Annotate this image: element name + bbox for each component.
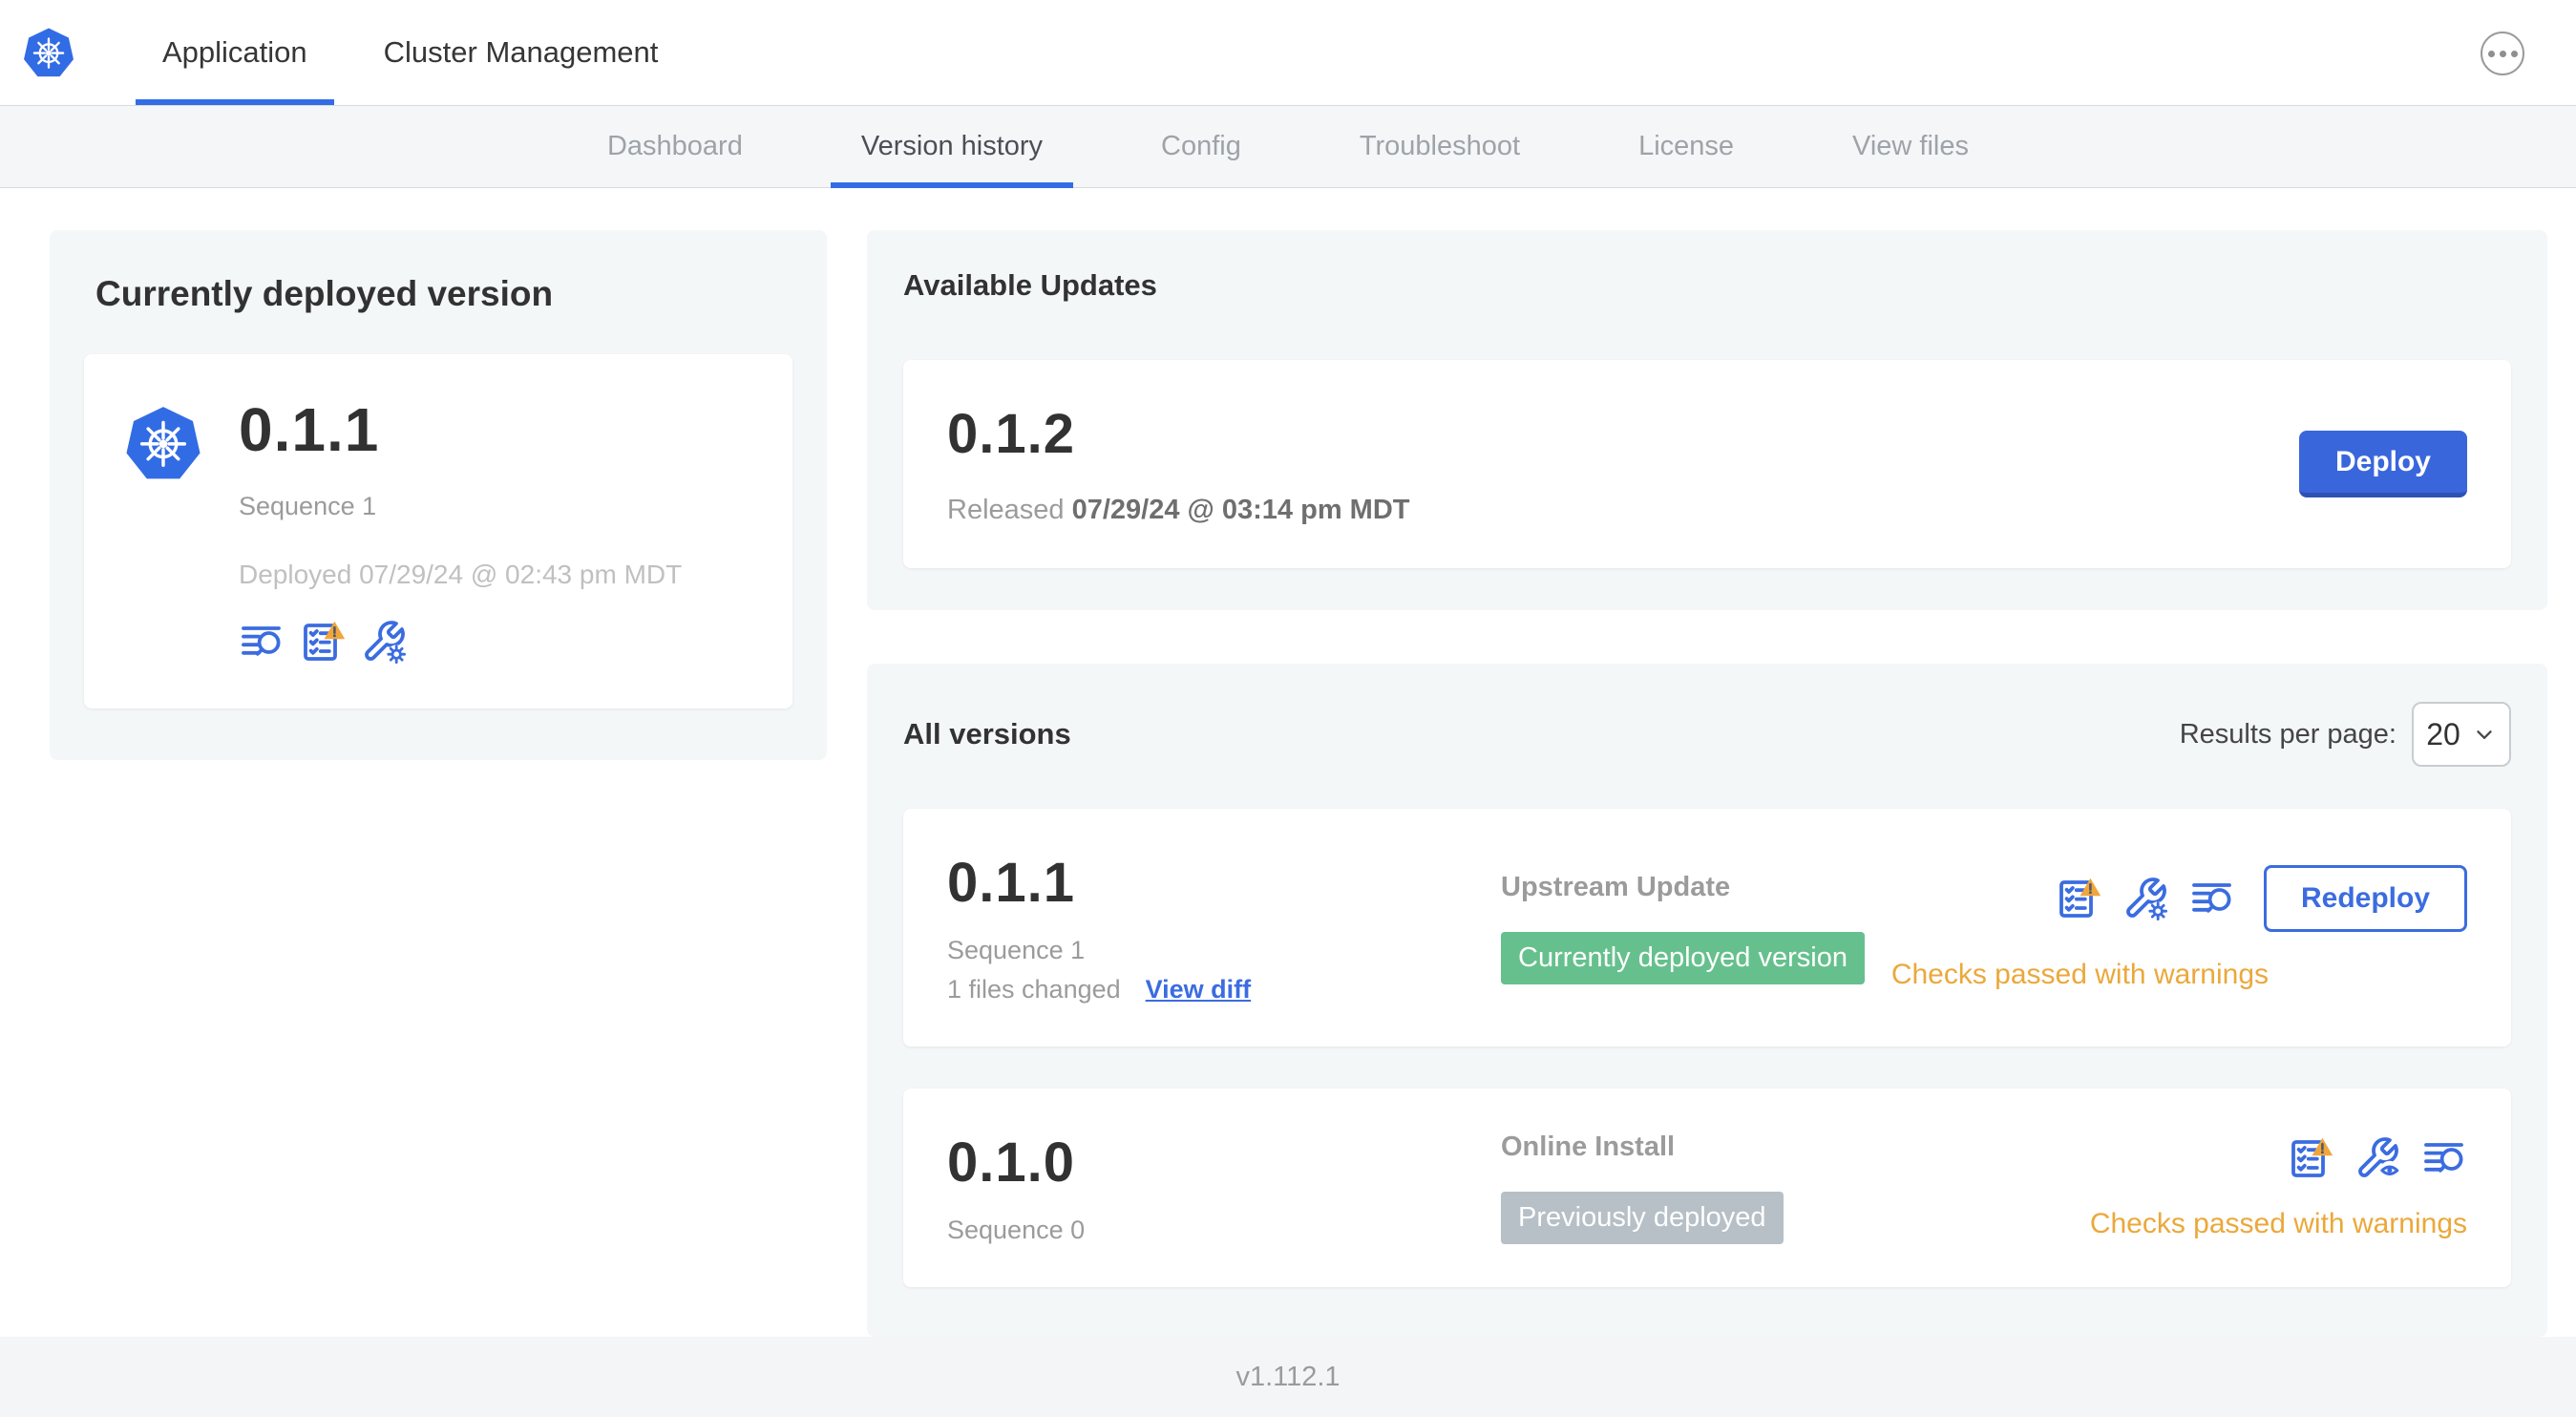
subnav-tab-version-history[interactable]: Version history [802, 106, 1102, 188]
deploy-button[interactable]: Deploy [2298, 431, 2467, 497]
deployed-version-number: 0.1.1 [239, 395, 380, 464]
row-sequence: Sequence 1 [947, 936, 1086, 964]
results-per-page-label: Results per page: [2179, 718, 2397, 750]
currently-deployed-card: Currently deployed version 0.1.1 Sequenc… [50, 230, 827, 760]
view-config-icon[interactable] [2354, 1135, 2400, 1181]
row-files-changed: 1 files changed [947, 975, 1121, 1004]
subnav-tab-dashboard[interactable]: Dashboard [548, 106, 802, 187]
version-history-section: Available Updates 0.1.2 Released 07/29/2… [867, 230, 2547, 1337]
edit-config-icon[interactable] [2122, 876, 2168, 921]
deployed-timestamp: Deployed 07/29/24 @ 02:43 pm MDT [239, 560, 683, 589]
currently-deployed-section: Currently deployed version 0.1.1 Sequenc… [50, 230, 827, 760]
checks-status-text: Checks passed with warnings [2089, 1208, 2467, 1239]
version-row-0-1-1: 0.1.1 Sequence 1 1 files changed View di… [903, 809, 2511, 1047]
tab-application-label: Application [162, 35, 307, 69]
checks-status-text: Checks passed with warnings [1890, 958, 2269, 990]
tab-cluster-management-label: Cluster Management [383, 35, 659, 69]
version-row-0-1-0: 0.1.0 Sequence 0 Online Install Previous… [903, 1089, 2511, 1287]
header-tabs: Application Cluster Management [124, 0, 696, 105]
preflight-checks-warning-icon[interactable] [300, 619, 346, 665]
preflight-checks-warning-icon[interactable] [2288, 1135, 2333, 1181]
main-content: Currently deployed version 0.1.1 Sequenc… [0, 188, 2576, 1337]
kubernetes-app-icon [122, 402, 204, 484]
update-released-timestamp: 07/29/24 @ 03:14 pm MDT [1071, 495, 1410, 525]
previously-deployed-badge: Previously deployed [1501, 1192, 1784, 1244]
subnav-tab-license[interactable]: License [1579, 106, 1793, 187]
chevron-down-icon [2472, 722, 2497, 747]
row-source-label: Upstream Update [1501, 871, 1731, 902]
row-source-label: Online Install [1501, 1131, 1676, 1162]
update-row: 0.1.2 Released 07/29/24 @ 03:14 pm MDT D… [903, 360, 2511, 568]
app-footer: v1.112.1 [0, 1337, 2576, 1417]
available-updates-card: Available Updates 0.1.2 Released 07/29/2… [867, 230, 2547, 610]
deployed-status-badge: Currently deployed version [1501, 931, 1865, 984]
currently-deployed-title: Currently deployed version [95, 274, 554, 313]
more-menu-button[interactable] [2481, 32, 2524, 75]
row-version-number: 0.1.1 [947, 852, 1075, 914]
view-diff-link[interactable]: View diff [1146, 975, 1252, 1005]
edit-config-icon[interactable] [361, 619, 407, 665]
console-version: v1.112.1 [1235, 1361, 1341, 1392]
app-header: Application Cluster Management [0, 0, 2576, 105]
active-subtab-underline [830, 182, 1074, 188]
active-tab-underline [136, 99, 334, 105]
all-versions-title: All versions [903, 717, 1071, 751]
tab-application[interactable]: Application [124, 0, 346, 105]
release-notes-icon[interactable] [2189, 876, 2235, 921]
row-sequence: Sequence 0 [947, 1216, 1086, 1244]
kubernetes-logo-icon [21, 25, 76, 80]
preflight-checks-warning-icon[interactable] [2056, 876, 2101, 921]
release-notes-icon[interactable] [2421, 1135, 2467, 1181]
subnav-tab-config[interactable]: Config [1102, 106, 1300, 187]
row-version-number: 0.1.0 [947, 1131, 1075, 1194]
app-subnav: Dashboard Version history Config Trouble… [0, 105, 2576, 188]
subnav-tab-view-files[interactable]: View files [1793, 106, 2028, 187]
available-updates-title: Available Updates [903, 268, 1157, 302]
all-versions-card: All versions Results per page: 20 0.1.1 … [867, 664, 2547, 1337]
release-notes-icon[interactable] [239, 619, 285, 665]
subnav-tab-troubleshoot[interactable]: Troubleshoot [1300, 106, 1579, 187]
redeploy-button[interactable]: Redeploy [2263, 864, 2467, 932]
update-version-number: 0.1.2 [947, 403, 1075, 465]
deployed-version-card: 0.1.1 Sequence 1 Deployed 07/29/24 @ 02:… [84, 354, 792, 708]
results-per-page-select[interactable]: 20 [2412, 702, 2511, 767]
ellipsis-icon [2487, 50, 2495, 57]
deployed-sequence: Sequence 1 [239, 492, 377, 520]
tab-cluster-management[interactable]: Cluster Management [346, 0, 697, 105]
update-released-line: Released 07/29/24 @ 03:14 pm MDT [947, 495, 1410, 525]
